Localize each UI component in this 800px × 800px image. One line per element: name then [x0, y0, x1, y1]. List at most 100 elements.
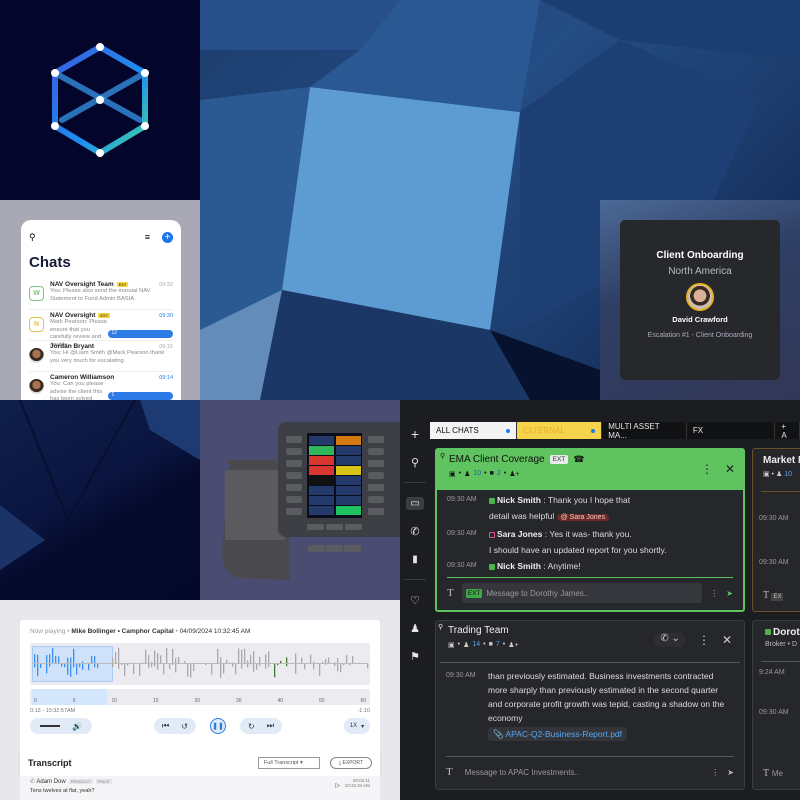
waveform-bar: [124, 663, 126, 677]
chat-list-item[interactable]: Jordan Bryant 09:15 You: Hi @Liam Smith @M…: [29, 341, 173, 372]
waveform-bar: [73, 648, 75, 668]
text-format-icon[interactable]: T: [446, 766, 453, 778]
more-options-icon[interactable]: ⋮: [711, 768, 719, 777]
rewind-icon[interactable]: ↺: [181, 722, 188, 731]
chat-name: Cameron Williamson: [50, 374, 115, 381]
search-button[interactable]: ⚲: [400, 448, 430, 476]
waveform-bar: [313, 661, 315, 670]
skip-end-icon[interactable]: ⏭: [267, 721, 274, 731]
chat-name: NAV Oversight: [50, 312, 96, 319]
remaining-time: -1:10: [357, 708, 370, 714]
waveform-bar: [112, 657, 114, 668]
pin-icon[interactable]: ⚲: [440, 452, 445, 460]
timeline-tick-label: 20: [194, 698, 200, 704]
call-dropdown-button[interactable]: ✆ ⌄: [654, 633, 686, 647]
chat-list-item[interactable]: N NAV Oversight EXT 09:30 Mark Pearson: Plea…: [29, 310, 173, 348]
close-icon[interactable]: ✕: [722, 633, 732, 647]
waveform-bar: [160, 655, 162, 665]
chat-list-item[interactable]: Cameron Williamson 09:14 You: Can you plea…: [29, 372, 173, 400]
unread-badge: 1: [107, 392, 173, 400]
volume-slider[interactable]: [40, 725, 61, 727]
more-options-icon[interactable]: ⋮: [698, 633, 710, 647]
message-input[interactable]: EXT Message to Dorothy James..: [461, 583, 703, 603]
panel-title: Market N: [763, 455, 800, 466]
waveform-bar: [157, 653, 159, 670]
speed-select[interactable]: 1X ▾: [344, 718, 370, 734]
timeline[interactable]: 0 5 10 15 20 30 40 50 60: [30, 689, 370, 705]
add-member-icon[interactable]: ♟+: [509, 470, 519, 478]
send-icon[interactable]: ➤: [726, 589, 733, 598]
calls-nav[interactable]: ✆: [400, 517, 430, 545]
tab-fx[interactable]: FX: [687, 422, 776, 439]
new-chat-button[interactable]: +: [162, 231, 173, 243]
tab-all-chats[interactable]: ALL CHATS: [430, 422, 517, 439]
waveform-bar: [166, 648, 168, 664]
notifications-nav[interactable]: ♡: [400, 586, 430, 614]
search-icon[interactable]: ⚲: [29, 232, 36, 243]
filter-icon[interactable]: ≡: [145, 232, 150, 242]
waveform-bar: [244, 648, 246, 664]
contacts-nav[interactable]: ♟: [400, 614, 430, 642]
tab-external[interactable]: EXTERNAL: [516, 422, 603, 439]
trading-turret-image: [222, 422, 400, 580]
chat-list-item[interactable]: W NAV Oversight Team EXT 09:32 You: Please a…: [29, 279, 173, 310]
more-options-icon[interactable]: ⋮: [710, 589, 718, 598]
attachment-link[interactable]: 📎 APAC-Q2-Business-Report.pdf: [488, 727, 628, 741]
forward-icon[interactable]: ↻: [248, 722, 255, 731]
skip-start-icon[interactable]: ⏮: [162, 721, 169, 731]
play-icon[interactable]: ▷: [335, 782, 340, 789]
waveform-bar: [241, 649, 243, 669]
pin-icon[interactable]: ⚲: [438, 623, 443, 631]
video-nav[interactable]: ▮: [400, 545, 430, 573]
elapsed-time: 0:13 - 10:32:57AM: [30, 708, 76, 714]
onboarding-person: David Crawford: [672, 315, 728, 324]
text-format-icon[interactable]: T: [447, 587, 454, 599]
message-input[interactable]: Message to APAC Investments..: [461, 762, 704, 782]
unread-dot: [505, 428, 510, 433]
waveform-bar: [91, 655, 93, 664]
playback-controls: 🔊 ⏮ ↺ ❚❚ ↻ ⏭ 1X ▾: [30, 718, 370, 734]
waveform-bar: [352, 656, 354, 664]
waveform-bar: [223, 663, 225, 674]
send-icon[interactable]: ➤: [727, 768, 734, 777]
waveform[interactable]: [30, 643, 370, 685]
waveform-bar: [193, 663, 195, 671]
message: 09:30 AM Nick Smith : Thank you I hope th…: [447, 495, 631, 521]
more-options-icon[interactable]: ⋮: [701, 462, 713, 476]
transcript-row[interactable]: ✆ Adam Dow PRODUCT PRICE Tens twelves at f…: [20, 776, 380, 800]
waveform-bar: [163, 663, 165, 675]
waveform-bar: [256, 663, 258, 670]
phone-icon: ✆: [30, 779, 36, 785]
waveform-bar: [190, 663, 192, 678]
add-member-icon[interactable]: ♟+: [508, 641, 518, 649]
transcript-filter-select[interactable]: Full Transcript ▾: [257, 757, 320, 769]
composer: T EXT Message to Dorothy James.. ⋮ ➤: [447, 582, 733, 604]
pause-button[interactable]: ❚❚: [210, 718, 226, 734]
search-icon: ⚲: [410, 456, 420, 469]
waveform-bar: [148, 655, 150, 668]
bookmarks-nav[interactable]: ⚑: [400, 642, 430, 670]
onboarding-card[interactable]: Client Onboarding North America David Cr…: [620, 220, 780, 380]
tab-multi-asset[interactable]: MULTI ASSET MA...: [602, 422, 687, 440]
new-button[interactable]: +: [400, 420, 430, 448]
onboarding-title: Client Onboarding: [656, 250, 744, 261]
waveform-bar: [235, 663, 237, 675]
member-count: 10: [473, 470, 482, 477]
bot-count: 7: [495, 641, 500, 648]
close-icon[interactable]: ✕: [725, 462, 735, 476]
bot-count: 2: [496, 470, 501, 477]
status-icon: [489, 563, 495, 570]
timeline-ticks: 0 5 10 15 20 30 40 50 60: [34, 698, 366, 704]
client-onboarding-tile: Client Onboarding North America David Cr…: [600, 200, 800, 400]
dark-architecture-photo: [0, 400, 200, 600]
waveform-bar: [346, 655, 348, 665]
transcript-panel: Transcript Full Transcript ▾ ⤓ EXPORT ✆ …: [20, 750, 380, 800]
add-tab-button[interactable]: + A: [775, 422, 800, 440]
chats-nav[interactable]: ▭: [400, 489, 430, 517]
volume-icon[interactable]: 🔊: [72, 722, 82, 731]
lock-icon: ▣: [448, 642, 455, 649]
export-button[interactable]: ⤓ EXPORT: [329, 757, 372, 769]
waveform-bar: [88, 663, 90, 671]
mention-chip[interactable]: @ Sara Jones: [556, 514, 610, 521]
volume-control[interactable]: 🔊: [30, 718, 92, 734]
